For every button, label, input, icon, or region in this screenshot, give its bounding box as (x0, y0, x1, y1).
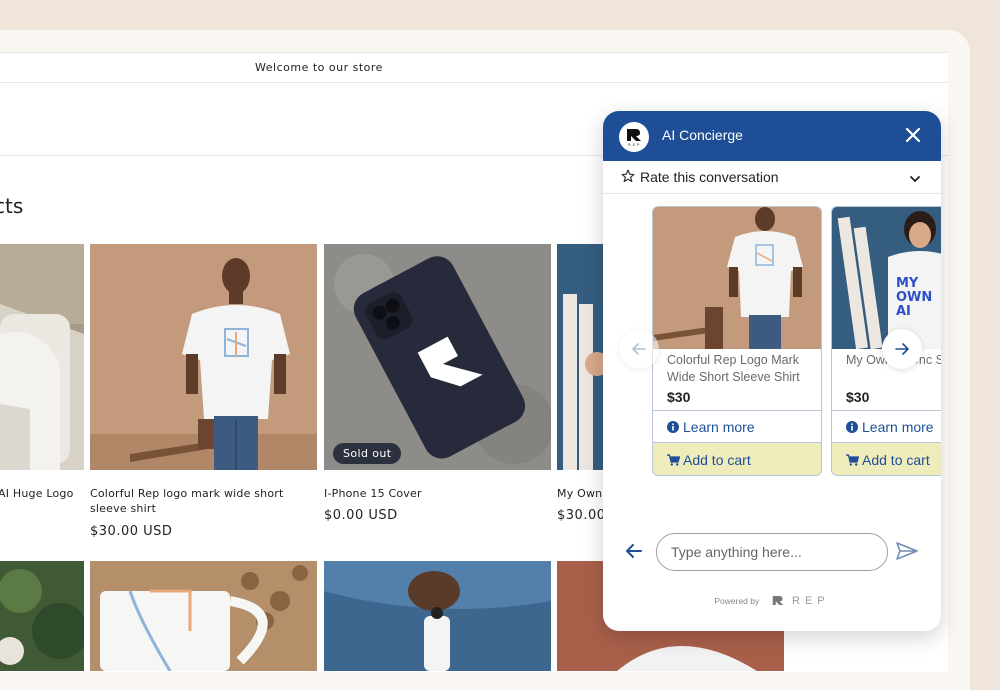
product-name[interactable]: I-Phone 15 Cover (324, 486, 539, 501)
product-price: $30.00 USD (90, 524, 173, 539)
logo-text: R E P (628, 142, 640, 147)
product-name[interactable]: AI Huge Logo (0, 486, 82, 501)
rep-logo-icon: R E P (619, 122, 649, 152)
learn-more-button[interactable]: Learn more (832, 410, 941, 443)
product-image[interactable] (557, 244, 607, 470)
product-card[interactable] (0, 561, 88, 671)
product-image[interactable] (90, 244, 317, 470)
product-card[interactable] (324, 561, 551, 671)
send-icon[interactable] (896, 542, 918, 564)
product-image[interactable] (324, 561, 551, 671)
product-name[interactable]: My Own A (557, 486, 614, 501)
rep-logo-icon (772, 596, 783, 605)
product-card[interactable]: Colorful Rep logo mark wide short sleeve… (90, 244, 317, 554)
arrow-right-icon (895, 343, 909, 355)
powered-by: Powered by REP (603, 595, 941, 607)
carousel-product-image[interactable] (653, 207, 821, 349)
cart-icon (846, 453, 860, 469)
announcement-bar: Welcome to our store (0, 52, 948, 83)
product-image[interactable] (0, 561, 88, 671)
cart-icon (667, 453, 681, 469)
announcement-text: Welcome to our store (255, 61, 383, 74)
add-to-cart-label: Add to cart (862, 452, 930, 468)
product-name[interactable]: Colorful Rep logo mark wide short sleeve… (90, 486, 305, 516)
learn-more-button[interactable]: Learn more (653, 410, 821, 443)
chat-widget: R E P AI Concierge Rate this conversatio… (603, 111, 941, 631)
product-card[interactable]: AI Huge Logo (0, 244, 84, 544)
carousel-prev-button[interactable] (619, 329, 659, 369)
product-price: $0.00 USD (324, 508, 398, 523)
product-card[interactable]: My Own A $30.00 U (557, 244, 620, 544)
chevron-down-icon (909, 171, 921, 187)
add-to-cart-button[interactable]: Add to cart (832, 443, 941, 475)
carousel-product-image[interactable]: MY OWN AI (832, 207, 941, 349)
svg-text:MY: MY (896, 276, 919, 291)
learn-more-label: Learn more (862, 419, 934, 435)
carousel-next-button[interactable] (882, 329, 922, 369)
svg-text:OWN: OWN (896, 290, 932, 305)
carousel-product-price: $30 (667, 389, 691, 405)
add-to-cart-label: Add to cart (683, 452, 751, 468)
carousel-product-card[interactable]: Colorful Rep Logo Mark Wide Short Sleeve… (652, 206, 822, 476)
star-icon (621, 169, 635, 186)
learn-more-label: Learn more (683, 419, 755, 435)
info-icon (667, 420, 679, 436)
product-card[interactable] (90, 561, 317, 672)
close-icon[interactable] (902, 124, 924, 146)
product-image[interactable] (0, 244, 84, 470)
message-composer (603, 531, 941, 575)
powered-brand: REP (792, 595, 830, 607)
product-card[interactable]: Sold out I-Phone 15 Cover $0.00 USD (324, 244, 551, 544)
rate-label: Rate this conversation (640, 169, 779, 185)
chat-title: AI Concierge (662, 127, 743, 143)
product-image[interactable] (90, 561, 317, 672)
product-image[interactable] (324, 244, 551, 470)
back-arrow-icon[interactable] (625, 543, 643, 563)
sold-out-badge: Sold out (333, 443, 402, 464)
arrow-left-icon (632, 343, 646, 355)
svg-text:AI: AI (896, 304, 911, 319)
message-input[interactable] (656, 533, 888, 571)
carousel-product-title[interactable]: Colorful Rep Logo Mark Wide Short Sleeve… (667, 352, 812, 386)
carousel-product-price: $30 (846, 389, 870, 405)
info-icon (846, 420, 858, 436)
add-to-cart-button[interactable]: Add to cart (653, 443, 821, 475)
chat-header: R E P AI Concierge (603, 111, 941, 161)
section-title: cts (0, 194, 24, 218)
powered-by-label: Powered by (714, 596, 760, 606)
rate-conversation-toggle[interactable]: Rate this conversation (603, 161, 941, 194)
